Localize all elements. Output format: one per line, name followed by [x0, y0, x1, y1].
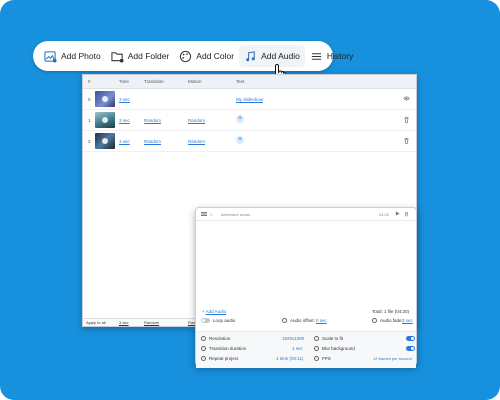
play-icon [102, 138, 108, 144]
col-text: Text [236, 79, 245, 84]
row-time-link[interactable]: 3 sec [119, 139, 130, 144]
row-time-link[interactable]: 3 sec [119, 97, 130, 102]
scale-icon [314, 336, 319, 341]
blur-background-toggle[interactable] [406, 346, 415, 351]
audio-total: Total: 1 file (04:20) [372, 309, 410, 314]
col-number: # [88, 79, 91, 84]
track-name: adventure music [221, 212, 251, 217]
trash-icon[interactable] [404, 211, 409, 217]
add-audio-link[interactable]: + Add Audio [202, 309, 226, 314]
folder-icon [111, 51, 124, 63]
audio-panel: 1 adventure music 04:20 + Add Audio Tota… [195, 207, 417, 368]
footer-time-link[interactable]: 3 sec [119, 320, 129, 325]
play-icon[interactable] [395, 211, 400, 216]
history-label: History [326, 51, 354, 61]
row-number: 0 [88, 97, 91, 102]
slide-thumbnail[interactable] [95, 133, 115, 149]
resolution-icon [201, 336, 206, 341]
row-number: 1 [88, 118, 91, 123]
app-backdrop: Add Photo Add Folder Add Color Add Audio… [0, 0, 500, 400]
add-text-button[interactable]: + [236, 136, 244, 144]
audio-offset-label: Audio offset: [290, 318, 315, 323]
scale-to-fit-label: Scale to fit [322, 336, 344, 341]
slide-thumbnail[interactable] [95, 112, 115, 128]
row-time-link[interactable]: 3 sec [119, 118, 130, 123]
row-number: 2 [88, 139, 91, 144]
blur-icon [314, 346, 319, 351]
scale-to-fit-toggle[interactable] [406, 336, 415, 341]
add-audio-label: Add Audio [261, 51, 300, 61]
drag-handle-icon[interactable] [201, 211, 207, 217]
add-photo-label: Add Photo [61, 51, 101, 61]
row-transition-link[interactable]: Random [144, 139, 161, 144]
fps-label: FPS [322, 356, 331, 361]
footer-transition-link[interactable]: Random [144, 320, 159, 325]
audio-offset-value[interactable]: 0 sec [316, 318, 327, 323]
add-folder-button[interactable]: Add Folder [106, 45, 175, 67]
add-color-label: Add Color [196, 51, 235, 61]
clock-icon [282, 318, 287, 323]
col-motion: Motion [188, 79, 202, 84]
palette-icon [180, 50, 192, 62]
col-transition: Transition [144, 79, 164, 84]
resolution-value[interactable]: 1920x1080 [282, 336, 304, 341]
loop-audio-label: Loop audio [213, 318, 236, 323]
audio-controls: + Add Audio Total: 1 file (04:20) Loop a… [196, 309, 416, 331]
photo-icon [44, 50, 57, 63]
row-text-link[interactable]: My slideshow [236, 97, 263, 102]
play-icon [102, 96, 108, 102]
row-motion-link[interactable]: Random [188, 139, 205, 144]
fps-value[interactable]: 12 frames per second [373, 356, 412, 361]
trash-icon[interactable] [403, 137, 410, 144]
blur-background-label: Blur background [322, 346, 355, 351]
transition-duration-value[interactable]: 1 sec [292, 346, 303, 351]
add-color-button[interactable]: Add Color [174, 45, 239, 67]
resolution-label: Resolution [209, 336, 231, 341]
menu-lines-icon [311, 52, 322, 60]
fade-icon [372, 318, 377, 323]
play-icon [102, 117, 108, 123]
audio-fade-value[interactable]: 3 sec [402, 318, 413, 323]
table-row[interactable]: 0 3 sec My slideshow [83, 89, 416, 110]
history-button[interactable]: History [305, 45, 358, 67]
music-note-icon [246, 50, 255, 61]
add-text-button[interactable]: + [236, 115, 244, 123]
audio-list-area [196, 220, 416, 313]
row-transition-link[interactable]: Random [144, 118, 161, 123]
loop-audio-toggle[interactable] [201, 318, 210, 323]
apply-to-all-label: Apply to all [86, 320, 106, 325]
repeat-project-value[interactable]: 1 time (00:11) [276, 356, 303, 361]
project-settings: Resolution 1920x1080 Transition duration… [196, 331, 416, 368]
add-photo-button[interactable]: Add Photo [39, 45, 106, 67]
eye-icon[interactable] [403, 95, 410, 102]
table-header: # Time Transition Motion Text [83, 75, 416, 89]
transition-duration-label: Transition duration [209, 346, 247, 351]
transition-icon [201, 346, 206, 351]
add-folder-label: Add Folder [127, 51, 170, 61]
slide-thumbnail[interactable] [95, 91, 115, 107]
repeat-icon [201, 356, 206, 361]
trash-icon[interactable] [403, 116, 410, 123]
audio-fade-label: Audio fade: [380, 318, 403, 323]
row-motion-link[interactable]: Random [188, 118, 205, 123]
track-duration: 04:20 [379, 212, 390, 217]
repeat-project-label: Repeat project [209, 356, 239, 361]
col-time: Time [119, 79, 129, 84]
table-row[interactable]: 1 3 sec Random Random + [83, 110, 416, 131]
fps-icon [314, 356, 319, 361]
table-row[interactable]: 2 3 sec Random Random + [83, 131, 416, 152]
